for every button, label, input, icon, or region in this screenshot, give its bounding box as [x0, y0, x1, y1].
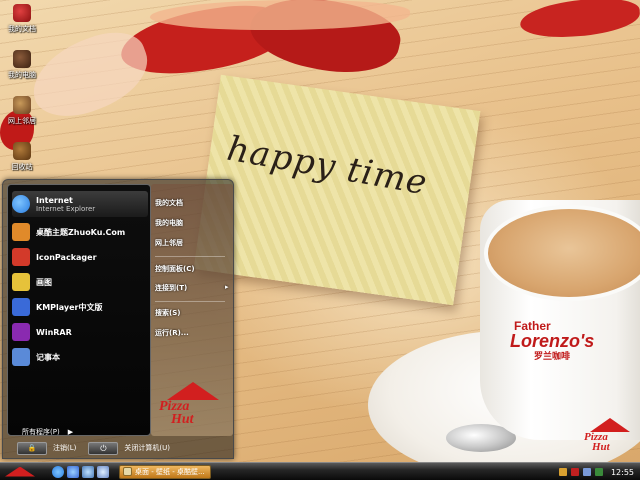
shutdown-label[interactable]: 关闭计算机(U) — [124, 443, 170, 453]
logoff-label[interactable]: 注销(L) — [53, 443, 76, 453]
place-network[interactable]: 网上邻居 — [155, 238, 183, 248]
start-menu-programs-pane: Internet Internet Explorer 桌酷主题ZhuoKu.Co… — [7, 184, 151, 436]
desktop-icon-recycle-bin[interactable]: 回收站 — [2, 142, 42, 172]
computer-icon — [13, 50, 31, 68]
pizza-hut-logo: Pizza Hut — [159, 382, 225, 427]
place-run[interactable]: 运行(R)... — [155, 328, 189, 338]
desktop-icon-my-computer[interactable]: 我的电脑 — [2, 50, 42, 80]
documents-icon — [13, 4, 31, 22]
power-icon: ⏻ — [100, 443, 107, 453]
system-tray: 12:55 — [555, 463, 640, 480]
pizza-hut-roof-icon — [5, 466, 35, 477]
pizza-hut-roof-icon — [590, 418, 630, 432]
place-control-panel[interactable]: 控制面板(C) — [155, 264, 195, 274]
program-kmplayer[interactable]: KMPlayer中文版 — [12, 296, 148, 318]
program-winrar[interactable]: WinRAR — [12, 321, 148, 343]
internet-explorer-icon — [12, 195, 30, 213]
program-label: 画图 — [36, 277, 52, 287]
pinned-internet-explorer[interactable]: Internet Internet Explorer — [12, 191, 148, 217]
quicklaunch-desktop-icon[interactable] — [82, 465, 94, 478]
start-menu-footer: 🔒 注销(L) ⏻ 关闭计算机(U) — [7, 438, 233, 458]
place-my-documents[interactable]: 我的文档 — [155, 198, 183, 208]
iconpackager-icon — [12, 248, 30, 266]
pizza-hut-roof-icon — [167, 382, 219, 400]
program-label: IconPackager — [36, 252, 97, 262]
program-zhuoku[interactable]: 桌酷主题ZhuoKu.Com — [12, 221, 148, 243]
start-menu-places-pane: 我的文档 我的电脑 网上邻居 控制面板(C) 连接到(T) ▸ 搜索(S) 运行… — [151, 184, 233, 436]
notepad-icon — [12, 348, 30, 366]
program-label: KMPlayer中文版 — [36, 302, 103, 312]
pizza-hut-corner-logo: Pizza Hut — [584, 418, 638, 453]
winrar-icon — [12, 323, 30, 341]
paint-icon — [12, 273, 30, 291]
taskbar-task-label: 桌面 - 壁纸 - 桌酷壁... — [135, 467, 205, 476]
program-iconpackager[interactable]: IconPackager — [12, 246, 148, 268]
start-button[interactable] — [0, 463, 40, 480]
corner-logo-line2: Hut — [592, 441, 610, 453]
quicklaunch-internet-explorer-icon[interactable] — [52, 465, 64, 478]
desktop-icon-label: 我的电脑 — [8, 71, 36, 79]
all-programs-button[interactable]: 所有程序(P) ▶ — [22, 427, 73, 437]
program-label: 桌酷主题ZhuoKu.Com — [36, 227, 126, 237]
pizza-hut-logo-line2: Hut — [171, 412, 194, 427]
desktop-icon-label: 网上邻居 — [8, 117, 36, 125]
desktop-icon-label: 我的文档 — [8, 25, 36, 33]
place-connect-to[interactable]: 连接到(T) ▸ — [155, 283, 233, 293]
program-paint[interactable]: 画图 — [12, 271, 148, 293]
places-divider — [155, 256, 225, 257]
cup-brand-logo: Father Lorenzo's 罗兰咖啡 — [510, 320, 594, 361]
tray-shield-icon[interactable] — [558, 468, 567, 476]
kmplayer-icon — [12, 298, 30, 316]
network-icon — [13, 96, 31, 114]
logoff-button[interactable]: 🔒 — [17, 441, 47, 455]
pinned-title: Internet — [36, 195, 73, 205]
pinned-subtitle: Internet Explorer — [36, 204, 96, 213]
window-icon — [123, 467, 132, 476]
desktop-icon-label: 回收站 — [11, 163, 33, 171]
program-notepad[interactable]: 记事本 — [12, 346, 148, 368]
places-divider — [155, 301, 225, 302]
desktop-icon-network[interactable]: 网上邻居 — [2, 96, 42, 126]
lock-icon: 🔒 — [27, 443, 37, 452]
recycle-bin-icon — [13, 142, 31, 160]
tray-security-icon[interactable] — [594, 468, 603, 476]
cappuccino-foam — [484, 205, 640, 301]
all-programs-label: 所有程序(P) — [22, 428, 60, 436]
place-search[interactable]: 搜索(S) — [155, 308, 180, 318]
chevron-right-icon: ▸ — [225, 283, 229, 291]
desktop-icon-my-documents[interactable]: 我的文档 — [2, 4, 42, 34]
greeting-card — [193, 74, 481, 306]
cup-brand-line2: Lorenzo's — [510, 331, 595, 351]
start-menu: Internet Internet Explorer 桌酷主题ZhuoKu.Co… — [2, 179, 234, 459]
tray-volume-icon[interactable] — [582, 468, 591, 476]
taskbar-task-wallpaper[interactable]: 桌面 - 壁纸 - 桌酷壁... — [119, 464, 211, 479]
tray-network-icon[interactable] — [570, 468, 579, 476]
connect-to-label: 连接到(T) — [155, 284, 188, 292]
quicklaunch-media-player-icon[interactable] — [67, 465, 79, 478]
chevron-right-icon: ▶ — [67, 428, 74, 436]
taskbar: 桌面 - 壁纸 - 桌酷壁... 12:55 — [0, 462, 640, 480]
cup-brand-line3: 罗兰咖啡 — [534, 351, 571, 361]
program-label: WinRAR — [36, 327, 72, 337]
program-label: 记事本 — [36, 352, 60, 362]
clock[interactable]: 12:55 — [611, 468, 634, 477]
zhuoku-icon — [12, 223, 30, 241]
shutdown-button[interactable]: ⏻ — [88, 441, 119, 455]
quicklaunch-folder-icon[interactable] — [97, 465, 109, 478]
place-my-computer[interactable]: 我的电脑 — [155, 218, 183, 228]
